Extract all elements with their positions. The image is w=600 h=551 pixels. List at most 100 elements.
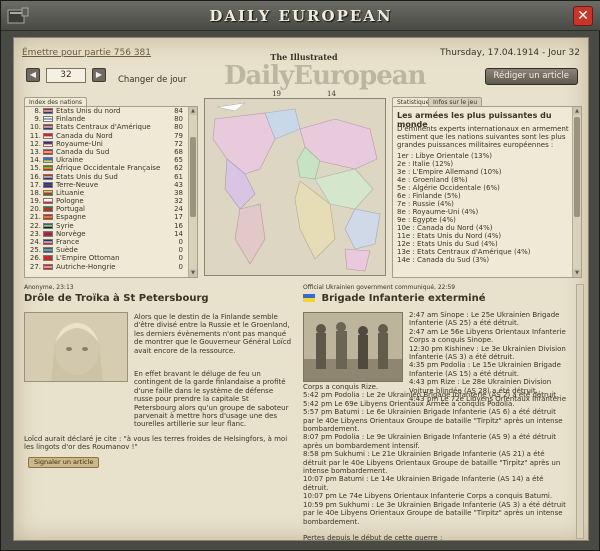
nation-flag-icon <box>43 263 53 270</box>
article-scrollbar[interactable] <box>576 284 584 539</box>
nation-flag-icon <box>43 173 53 180</box>
nation-name: Espagne <box>56 213 86 222</box>
stats-ranking-item: 2e : Italie (12%) <box>397 160 454 168</box>
nation-score: 80 <box>174 115 183 124</box>
next-day-button[interactable]: ▶ <box>92 68 106 82</box>
nation-row[interactable]: 25. Suède 0 <box>25 246 197 254</box>
masthead-title: DailyEuropean <box>224 61 427 91</box>
nation-row[interactable]: 23. Norvège 14 <box>25 230 197 238</box>
nation-score: 84 <box>174 107 183 115</box>
close-button[interactable]: ✕ <box>573 6 593 26</box>
nation-row[interactable]: 24. France 0 <box>25 238 197 246</box>
nation-row[interactable]: 17. Terre-Neuve 43 <box>25 181 197 189</box>
nation-row[interactable]: 8. Etats Unis du nord 84 <box>25 107 197 115</box>
nations-rows: 8. Etats Unis du nord 84 9. Finlande 80 10. Eta… <box>25 107 197 271</box>
window-title: DAILY EUROPEAN <box>209 7 393 25</box>
nation-rank: 22. <box>29 221 41 230</box>
nation-rank: 13. <box>29 147 41 156</box>
article-photo <box>303 312 403 382</box>
communique-line: 2:47 am Le 56e Libyens Orientaux Infante… <box>409 327 566 345</box>
nation-row[interactable]: 14. Ukraine 65 <box>25 156 197 164</box>
stats-ranking-item: 3e : L'Empire Allemand (10%) <box>397 168 502 176</box>
nation-flag-icon <box>43 255 53 262</box>
stats-ranking-item: 12e : Etats Unis du Sud (4%) <box>397 240 498 248</box>
nation-name: Royaume-Uni <box>56 139 103 148</box>
stats-ranking-item: 1er : Libye Orientale (13%) <box>397 152 493 160</box>
nation-rank: 11. <box>29 131 41 140</box>
nation-name: Finlande <box>56 115 86 124</box>
nation-score: 32 <box>174 197 183 206</box>
nation-score: 38 <box>174 188 183 197</box>
communique-line: Pertes depuis le début de cette guerre : <box>303 533 443 541</box>
communique-line: 8:07 pm Podolia : Le 9e Ukrainien Brigad… <box>303 433 556 450</box>
emit-for-game-link[interactable]: Émettre pour partie 756 381 <box>22 48 151 58</box>
scroll-down-arrow-icon[interactable]: ▼ <box>573 269 581 277</box>
article-meta: Anonyme, 23:13 <box>24 284 74 291</box>
nation-score: 0 <box>178 246 183 255</box>
nation-row[interactable]: 21. Espagne 17 <box>25 213 197 221</box>
nation-row[interactable]: 16. Etats Unis du Sud 61 <box>25 173 197 181</box>
nation-row[interactable]: 26. L'Empire Ottoman 0 <box>25 254 197 262</box>
newspaper-window: DAILY EUROPEAN ✕ Émettre pour partie 756… <box>0 0 600 551</box>
previous-day-button[interactable]: ◀ <box>26 68 40 82</box>
change-day-label: Changer de jour <box>118 75 187 85</box>
article-paragraph-3: Loïcd aurait déclaré je cite : "à vous l… <box>24 434 288 452</box>
nation-rank: 21. <box>29 213 41 222</box>
nation-rank: 25. <box>29 246 41 255</box>
stats-scrollbar[interactable]: ▲ ▼ <box>572 107 581 277</box>
nation-row[interactable]: 18. Lituanie 38 <box>25 189 197 197</box>
nations-scrollbar[interactable]: ▲ ▼ <box>188 107 197 277</box>
scroll-up-arrow-icon[interactable]: ▲ <box>189 107 197 115</box>
year-left: 19 <box>272 90 281 98</box>
nation-score: 0 <box>178 262 183 271</box>
nation-name: Autriche-Hongrie <box>56 262 116 271</box>
nation-row[interactable]: 27. Autriche-Hongrie 0 <box>25 263 197 271</box>
report-article-button[interactable]: Signaler un article <box>28 457 100 468</box>
nation-row[interactable]: 22. Syrie 16 <box>25 222 197 230</box>
nation-rank: 17. <box>29 180 41 189</box>
nation-name: Afrique Occidentale Française <box>56 164 161 173</box>
scrollbar-thumb[interactable] <box>190 137 196 217</box>
nation-flag-icon <box>43 140 53 147</box>
masthead-year: 19 14 <box>224 90 384 98</box>
write-article-button[interactable]: Rédiger un article <box>484 68 578 85</box>
scrollbar-thumb[interactable] <box>574 117 580 217</box>
year-right: 14 <box>327 90 336 98</box>
scroll-up-arrow-icon[interactable]: ▲ <box>573 107 581 115</box>
communique-lines: Corps a conquis Rize. 5:42 pm Podolia : L… <box>303 383 569 541</box>
day-number-field[interactable]: 32 <box>46 68 86 83</box>
communique-line: 12:30 pm Kishinev : Le 3e Ukrainien Divi… <box>409 344 566 362</box>
nation-rank: 16. <box>29 172 41 181</box>
nation-row[interactable]: 11. Canada du Nord 79 <box>25 132 197 140</box>
nation-row[interactable]: 12. Royaume-Uni 72 <box>25 140 197 148</box>
nation-row[interactable]: 20. Portugal 24 <box>25 205 197 213</box>
nation-rank: 14. <box>29 156 41 165</box>
scroll-down-arrow-icon[interactable]: ▼ <box>189 269 197 277</box>
nation-score: 65 <box>174 156 183 165</box>
nation-row[interactable]: 9. Finlande 80 <box>25 115 197 123</box>
nation-score: 43 <box>174 180 183 189</box>
nation-score: 61 <box>174 172 183 181</box>
nation-score: 0 <box>178 254 183 263</box>
nation-row[interactable]: 13. Canada du Sud 68 <box>25 148 197 156</box>
title-bar: DAILY EUROPEAN ✕ <box>1 1 600 31</box>
world-map[interactable] <box>204 98 386 276</box>
article-paragraph-1: Alors que le destin de la Finlande sembl… <box>134 313 292 355</box>
nation-flag-icon <box>43 108 53 114</box>
ukraine-flag-icon <box>303 294 315 302</box>
nation-name: Etats Unis du nord <box>56 107 121 115</box>
nation-row[interactable]: 15. Afrique Occidentale Française 62 <box>25 164 197 172</box>
nation-row[interactable]: 19. Pologne 32 <box>25 197 197 205</box>
nation-flag-icon <box>43 214 53 221</box>
nation-score: 79 <box>174 131 183 140</box>
soldiers-photo <box>304 313 402 381</box>
nation-name: L'Empire Ottoman <box>56 254 120 263</box>
nation-flag-icon <box>43 189 53 196</box>
nation-row[interactable]: 10. Etats Centraux d'Amérique 80 <box>25 123 197 131</box>
communique-line: Corps a conquis Rize. <box>303 383 379 391</box>
communique-line: 10:07 pm Le 74e Libyens Orientaux Infant… <box>303 492 553 501</box>
nation-flag-icon <box>43 116 53 123</box>
nation-rank: 15. <box>29 164 41 173</box>
nation-rank: 26. <box>29 254 41 263</box>
nation-flag-icon <box>43 222 53 229</box>
